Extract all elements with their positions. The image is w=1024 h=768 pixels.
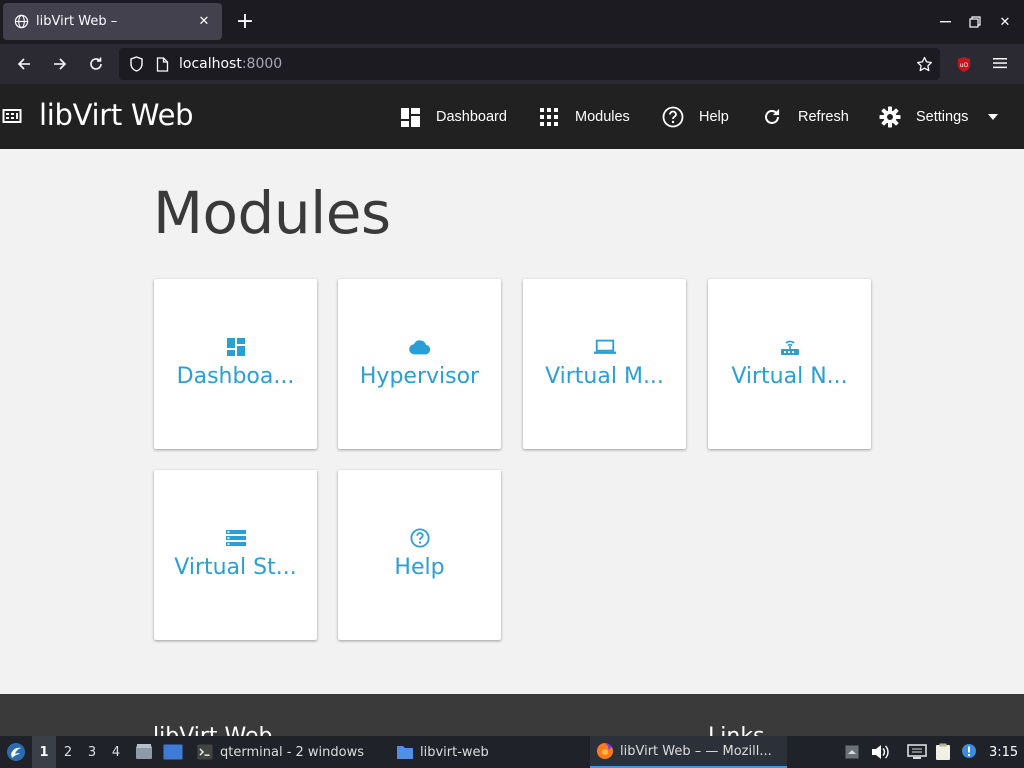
task-label: qterminal - 2 windows	[220, 744, 365, 760]
new-tab-button[interactable]: +	[232, 9, 258, 35]
module-card-virtual-storage[interactable]: Virtual St...	[154, 470, 317, 640]
main-content: Modules Dashboa... Hypervisor Virtual M.…	[0, 149, 1024, 694]
footer-links-heading: Links	[708, 724, 765, 736]
show-desktop-icon[interactable]	[162, 736, 184, 768]
module-card-label: Virtual N...	[731, 364, 848, 389]
task-qterminal[interactable]: qterminal - 2 windows	[190, 736, 370, 768]
file-manager-launcher-icon[interactable]	[134, 736, 154, 768]
router-icon	[779, 336, 801, 358]
workspace-4[interactable]: 4	[104, 736, 128, 768]
page-footer: libVirt Web Links	[0, 694, 1024, 736]
task-firefox[interactable]: libVirt Web – — Mozill...	[590, 736, 787, 768]
browser-nav-bar: localhost:8000 uO	[0, 44, 1024, 84]
notification-icon[interactable]	[959, 742, 979, 762]
module-card-label: Dashboa...	[176, 364, 295, 389]
globe-icon	[13, 14, 29, 30]
nav-settings-label: Settings	[916, 109, 969, 125]
tray-up-arrow-icon[interactable]	[842, 742, 862, 762]
reload-icon[interactable]	[83, 51, 109, 77]
shield-icon[interactable]	[127, 55, 145, 73]
nav-help[interactable]: Help	[662, 104, 729, 130]
dashboard-icon	[225, 336, 247, 358]
workspace-2[interactable]: 2	[56, 736, 80, 768]
nav-refresh-label: Refresh	[798, 109, 849, 125]
workspace-1[interactable]: 1	[32, 736, 56, 768]
url-text[interactable]: localhost:8000	[179, 56, 282, 72]
minimize-window-icon[interactable]	[933, 10, 957, 34]
hamburger-menu-icon[interactable]	[989, 52, 1011, 74]
folder-icon	[396, 743, 414, 761]
svg-text:uO: uO	[960, 62, 969, 69]
network-icon[interactable]	[907, 742, 927, 762]
nav-refresh[interactable]: Refresh	[761, 104, 849, 130]
page-icon[interactable]	[153, 55, 171, 73]
caret-down-icon[interactable]	[988, 114, 999, 120]
module-card-virtual-machines[interactable]: Virtual M...	[523, 279, 686, 449]
nav-modules-label: Modules	[575, 109, 630, 125]
forward-arrow-icon[interactable]	[47, 51, 73, 77]
nav-modules[interactable]: Modules	[538, 104, 630, 130]
module-card-label: Hypervisor	[359, 364, 480, 389]
taskbar-clock[interactable]: 3:15	[989, 736, 1018, 768]
module-card-virtual-networks[interactable]: Virtual N...	[708, 279, 871, 449]
ublock-origin-icon[interactable]: uO	[954, 54, 974, 74]
module-card-hypervisor[interactable]: Hypervisor	[338, 279, 501, 449]
terminal-icon	[196, 743, 214, 761]
module-card-label: Virtual M...	[545, 364, 664, 389]
nav-dashboard[interactable]: Dashboard	[399, 104, 507, 130]
browser-tab[interactable]: libVirt Web – ✕	[3, 3, 222, 40]
nav-settings[interactable]: Settings	[879, 104, 999, 130]
os-taskbar: 1 2 3 4 qterminal - 2 windows libvirt-we…	[0, 736, 1024, 768]
task-file-manager[interactable]: libvirt-web	[390, 736, 495, 768]
module-card-label: Help	[394, 555, 445, 580]
apps-grid-icon	[538, 106, 560, 128]
browser-tab-title: libVirt Web –	[36, 14, 118, 29]
url-bar[interactable]: localhost:8000	[119, 48, 940, 80]
footer-title: libVirt Web	[153, 724, 273, 736]
back-arrow-icon[interactable]	[11, 51, 37, 77]
module-card-label: Virtual St...	[174, 555, 297, 580]
restore-window-icon[interactable]	[963, 10, 987, 34]
page-title: Modules	[153, 179, 391, 247]
app-brand[interactable]: libVirt Web	[39, 98, 194, 132]
nav-help-label: Help	[699, 109, 729, 125]
storage-icon	[225, 527, 247, 549]
url-host: localhost	[179, 56, 242, 72]
clipboard-icon[interactable]	[933, 742, 953, 762]
nav-dashboard-label: Dashboard	[436, 109, 507, 125]
dashboard-icon	[399, 106, 421, 128]
help-circle-icon	[409, 527, 431, 549]
help-circle-icon	[662, 106, 684, 128]
app-header: libVirt Web Dashboard Modules Help Refre…	[0, 84, 1024, 149]
refresh-icon	[761, 106, 783, 128]
task-label: libVirt Web – — Mozill...	[620, 743, 772, 759]
workspace-3[interactable]: 3	[80, 736, 104, 768]
firefox-icon	[596, 742, 614, 760]
module-card-dashboard[interactable]: Dashboa...	[154, 279, 317, 449]
volume-icon[interactable]	[870, 742, 890, 762]
task-label: libvirt-web	[420, 744, 489, 760]
module-card-help[interactable]: Help	[338, 470, 501, 640]
server-logo-icon[interactable]	[2, 106, 22, 126]
gear-icon	[879, 106, 901, 128]
close-tab-icon[interactable]: ✕	[192, 10, 216, 34]
laptop-icon	[593, 336, 616, 358]
close-window-icon[interactable]: ✕	[993, 10, 1017, 34]
start-menu-icon[interactable]	[4, 736, 28, 768]
url-port: :8000	[241, 56, 283, 72]
cloud-icon	[408, 336, 431, 358]
bookmark-star-icon[interactable]	[914, 54, 934, 74]
browser-tab-bar: libVirt Web – ✕ + ✕	[0, 0, 1024, 44]
